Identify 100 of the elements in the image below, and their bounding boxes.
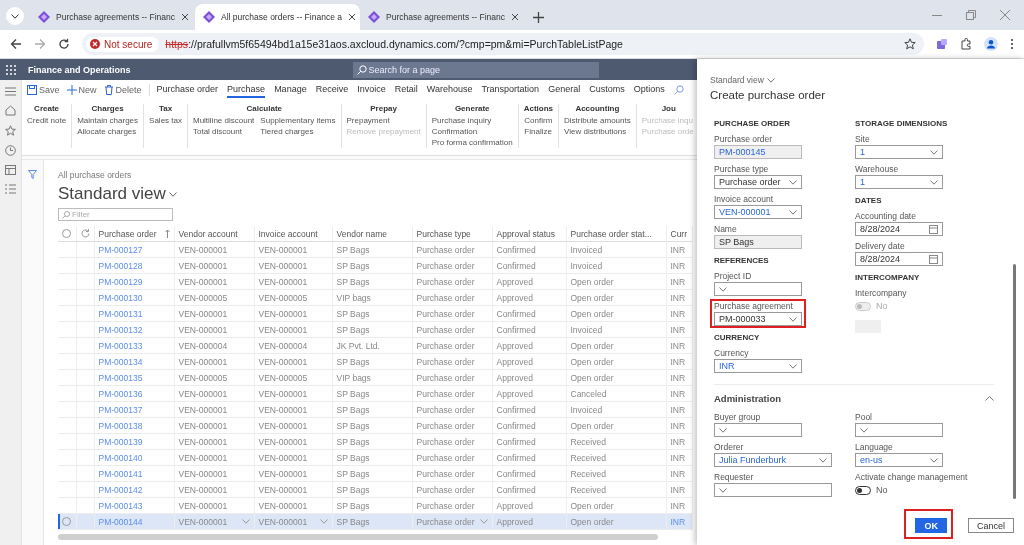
vertical-scrollbar[interactable] (1013, 264, 1016, 499)
close-icon[interactable] (181, 13, 190, 21)
toolbar-button[interactable]: Save (27, 85, 60, 95)
toggle-value: No (876, 485, 888, 495)
table-cell: INR (670, 420, 686, 431)
date-field[interactable]: 8/28/2024 (855, 252, 943, 266)
browser-tab[interactable]: All purchase orders -- Finance a (195, 4, 360, 30)
ribbon-command[interactable]: Confirm (524, 116, 553, 125)
horizontal-scrollbar[interactable] (58, 534, 658, 540)
column-header[interactable]: Vendor account (178, 228, 250, 239)
clock-icon[interactable] (5, 145, 16, 156)
dropdown-field[interactable]: 1 (855, 175, 943, 189)
calendar-icon[interactable] (929, 254, 938, 264)
dropdown-field[interactable]: 1 (855, 145, 943, 159)
dropdown-field[interactable] (714, 423, 802, 437)
toolbar-button[interactable]: Delete (103, 85, 142, 95)
ribbon-command[interactable]: Pro forma confirmation (431, 138, 513, 147)
reload-icon[interactable] (58, 38, 70, 50)
ribbon-command[interactable]: Confirmation (431, 127, 513, 136)
close-icon[interactable] (347, 13, 356, 21)
toggle-switch[interactable] (855, 485, 871, 495)
list-icon[interactable] (5, 184, 16, 194)
ribbon-command[interactable]: Supplementary items (260, 116, 336, 125)
column-header[interactable]: Purchase order (98, 228, 170, 239)
view-selector[interactable]: Standard view (58, 184, 697, 204)
back-icon[interactable] (10, 38, 22, 50)
puzzle-icon[interactable] (960, 38, 972, 50)
search-field[interactable]: Search for a page (352, 61, 599, 78)
ribbon-command[interactable]: Distribute amounts (564, 116, 631, 125)
ribbon-command[interactable]: Finalize (524, 127, 553, 136)
dropdown-field[interactable]: INR (714, 359, 802, 373)
action-tab[interactable]: Retail (394, 82, 418, 98)
ribbon-command[interactable]: Purchase inquiry (431, 116, 513, 125)
restore-icon[interactable] (966, 10, 976, 20)
more-icon[interactable] (1010, 38, 1014, 50)
action-tab[interactable]: Receive (315, 82, 349, 98)
dropdown-field[interactable]: VEN-000001 (714, 205, 802, 219)
not-secure-chip[interactable]: Not secure (86, 36, 160, 52)
toolbar-button[interactable]: New (66, 85, 97, 95)
calendar-icon[interactable] (929, 224, 938, 234)
workspace-icon[interactable] (5, 165, 16, 175)
ribbon-command[interactable]: Multiline discount (192, 116, 255, 125)
home-icon[interactable] (5, 105, 16, 116)
chevron-up-icon[interactable] (985, 396, 994, 401)
table-cell: Open order (570, 340, 614, 351)
filter-icon[interactable] (28, 170, 37, 179)
dropdown-field[interactable]: PM-000033 (714, 312, 802, 326)
bookmark-star-icon[interactable] (904, 38, 916, 50)
column-header[interactable]: Approval status (496, 228, 562, 239)
ribbon-command[interactable]: Maintain charges (77, 116, 139, 125)
forward-icon[interactable] (34, 38, 46, 50)
dropdown-field[interactable] (714, 483, 832, 497)
column-header[interactable]: Curr (670, 228, 688, 239)
dropdown-field[interactable] (855, 423, 943, 437)
app-launcher-icon[interactable] (6, 64, 16, 75)
action-tab[interactable]: General (548, 82, 581, 98)
star-icon[interactable] (5, 125, 16, 136)
ribbon-command[interactable]: Total discount (192, 127, 255, 136)
ribbon-command[interactable]: Sales tax (149, 116, 182, 125)
refresh-icon[interactable] (80, 229, 90, 238)
select-all-radio-icon[interactable] (62, 229, 71, 238)
column-header[interactable]: Purchase type (416, 228, 488, 239)
profile-icon[interactable] (984, 37, 998, 51)
ribbon-command[interactable]: View distributions (564, 127, 631, 136)
dropdown-field[interactable]: Purchase order (714, 175, 802, 189)
search-icon[interactable] (673, 85, 684, 95)
view-selector[interactable]: Standard view (710, 75, 1024, 85)
action-tab[interactable]: Invoice (357, 82, 386, 98)
browser-tab[interactable]: Purchase agreements -- Financ (30, 4, 195, 30)
ribbon-command[interactable]: Prepayment (346, 116, 421, 125)
close-icon[interactable] (511, 13, 520, 21)
action-tab[interactable]: Options (633, 82, 665, 98)
column-header[interactable]: Purchase order stat... (570, 228, 662, 239)
date-field[interactable]: 8/28/2024 (855, 222, 943, 236)
action-tab[interactable]: Purchase (227, 82, 266, 98)
action-tab[interactable]: Customs (589, 82, 625, 98)
action-tab[interactable]: Warehouse (426, 82, 473, 98)
address-bar[interactable]: Not secure https://prafullvm5f65494bd1a15e31aos.axcloud.dynamics.com/?cmp=pm&mi=PurchTableListPage (82, 33, 924, 55)
action-tab[interactable]: Transportation (481, 82, 540, 98)
browser-tab[interactable]: Purchase agreements -- Financ (360, 4, 525, 30)
tab-list-button[interactable] (6, 7, 24, 25)
column-header[interactable]: Vendor name (336, 228, 408, 239)
ribbon-command[interactable]: Allocate charges (77, 127, 139, 136)
action-tab[interactable]: Purchase order (156, 82, 219, 98)
column-header[interactable]: Invoice account (258, 228, 328, 239)
ribbon-group-title: Prepay (370, 104, 397, 113)
dialog-button[interactable]: Cancel (968, 518, 1014, 533)
ribbon-group-title: Actions (523, 104, 554, 113)
row-radio-icon[interactable] (62, 517, 71, 526)
dropdown-field[interactable] (714, 282, 802, 296)
ribbon-command[interactable]: Tiered charges (260, 127, 336, 136)
menu-icon[interactable] (5, 87, 16, 96)
ribbon-command[interactable]: Credit note (27, 116, 67, 125)
extension-icon[interactable] (936, 38, 948, 50)
new-tab-icon[interactable] (533, 12, 544, 23)
action-tab[interactable]: Manage (274, 82, 307, 98)
table-cell: VEN-000001 (258, 436, 308, 447)
dropdown-field[interactable]: en-us (855, 453, 943, 467)
dropdown-field[interactable]: Julia Funderburk (714, 453, 832, 467)
dialog-button[interactable]: OK (915, 518, 947, 533)
